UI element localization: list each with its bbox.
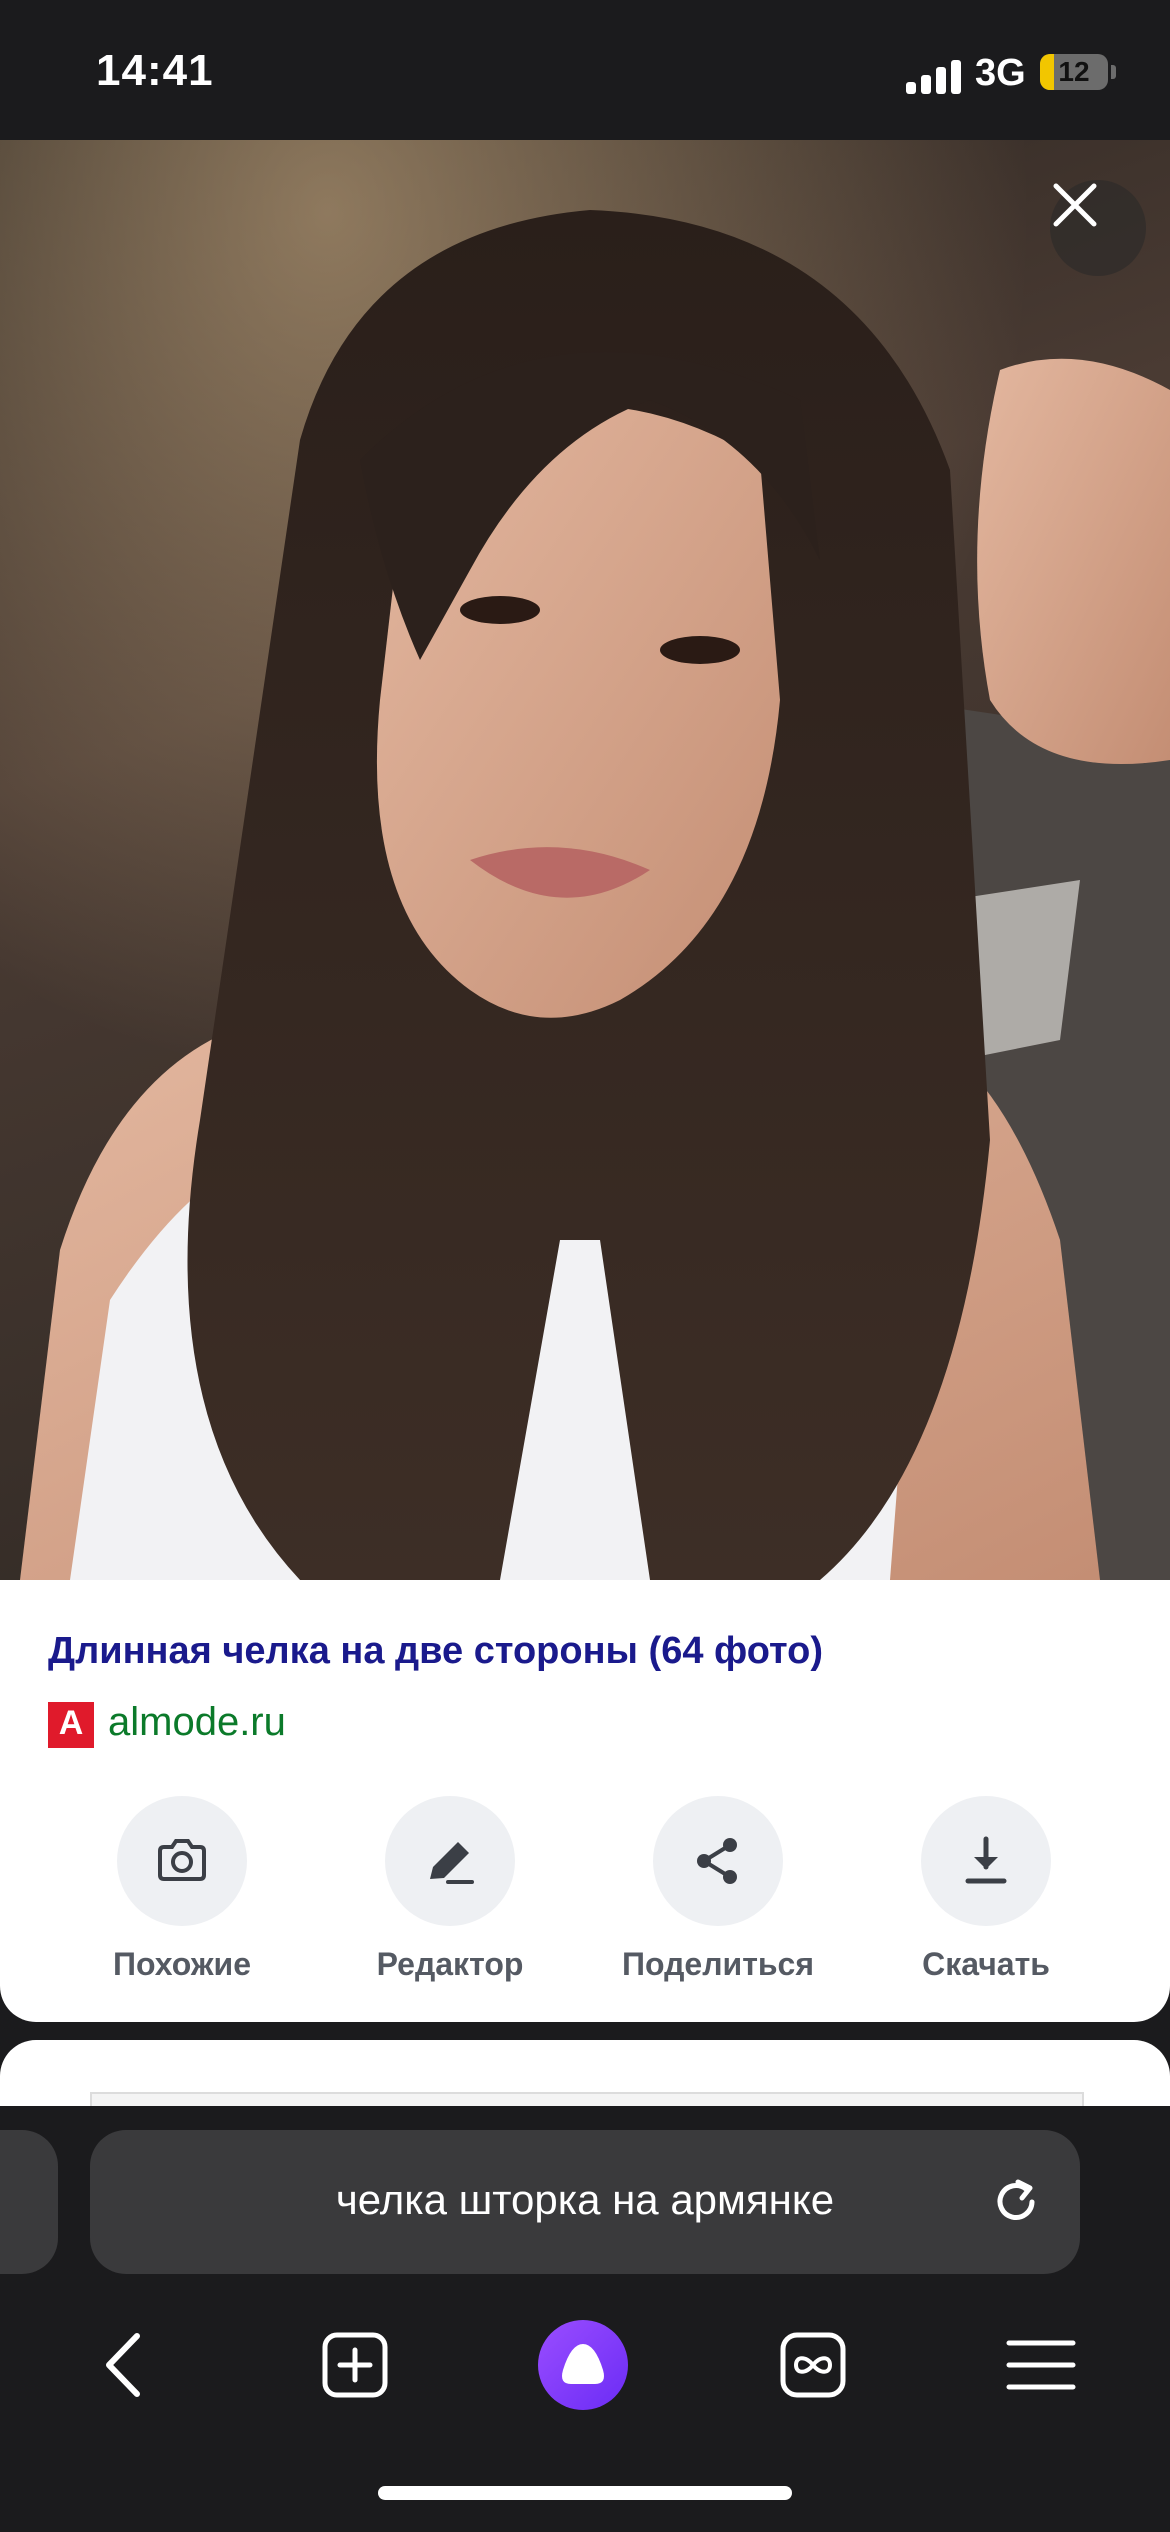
status-bar: 14:41 3G 12 (0, 0, 1170, 140)
close-icon (1053, 183, 1097, 227)
search-query[interactable]: челка шторка на армянке (90, 2176, 1080, 2224)
download-icon (965, 1836, 1007, 1884)
share-icon (697, 1838, 737, 1884)
network-type: 3G (975, 52, 1026, 94)
image-preview[interactable] (0, 140, 1170, 1580)
voice-assistant-button[interactable] (538, 2320, 628, 2410)
result-title-link[interactable]: Длинная челка на две стороны (64 фото) (48, 1630, 823, 1673)
source-domain-link[interactable]: almode.ru (108, 1700, 286, 1745)
tabs-button[interactable] (758, 2310, 868, 2420)
status-time: 14:41 (96, 46, 214, 95)
home-indicator[interactable] (378, 2486, 792, 2500)
menu-button[interactable] (986, 2310, 1096, 2420)
menu-icon (1006, 2340, 1076, 2390)
back-button[interactable] (72, 2310, 182, 2420)
battery-level: 12 (1058, 56, 1090, 87)
download-label: Скачать (922, 1946, 1050, 1982)
previous-tab-edge[interactable] (0, 2130, 58, 2274)
similar-label: Похожие (112, 1946, 252, 1982)
plus-square-icon (322, 2332, 388, 2398)
editor-label: Редактор (376, 1946, 524, 1982)
reload-icon (997, 2179, 1035, 2220)
back-icon (106, 2333, 140, 2397)
camera-icon (158, 1839, 206, 1881)
battery-icon: 12 (1040, 54, 1108, 90)
similar-button[interactable]: Похожие (52, 1796, 312, 1983)
alice-icon (562, 2344, 604, 2384)
source-logo: A (48, 1702, 94, 1748)
signal-strength-icon (906, 58, 964, 94)
reload-button[interactable] (984, 2170, 1048, 2234)
share-button[interactable]: Поделиться (588, 1796, 848, 1983)
share-label: Поделиться (621, 1946, 815, 1982)
address-bar[interactable]: челка шторка на армянке (90, 2130, 1080, 2274)
close-button[interactable] (1050, 180, 1146, 276)
editor-button[interactable]: Редактор (320, 1796, 580, 1983)
action-row: Похожие Редактор Поделиться Скачать (0, 1796, 1170, 1996)
portrait-photo (0, 140, 1170, 1580)
infinity-tabs-icon (780, 2332, 846, 2398)
pencil-icon (430, 1842, 474, 1884)
result-card: Длинная челка на две стороны (64 фото) A… (0, 1580, 1170, 2022)
new-tab-button[interactable] (300, 2310, 410, 2420)
browser-toolbar: челка шторка на армянке (0, 2106, 1170, 2532)
download-button[interactable]: Скачать (856, 1796, 1116, 1983)
